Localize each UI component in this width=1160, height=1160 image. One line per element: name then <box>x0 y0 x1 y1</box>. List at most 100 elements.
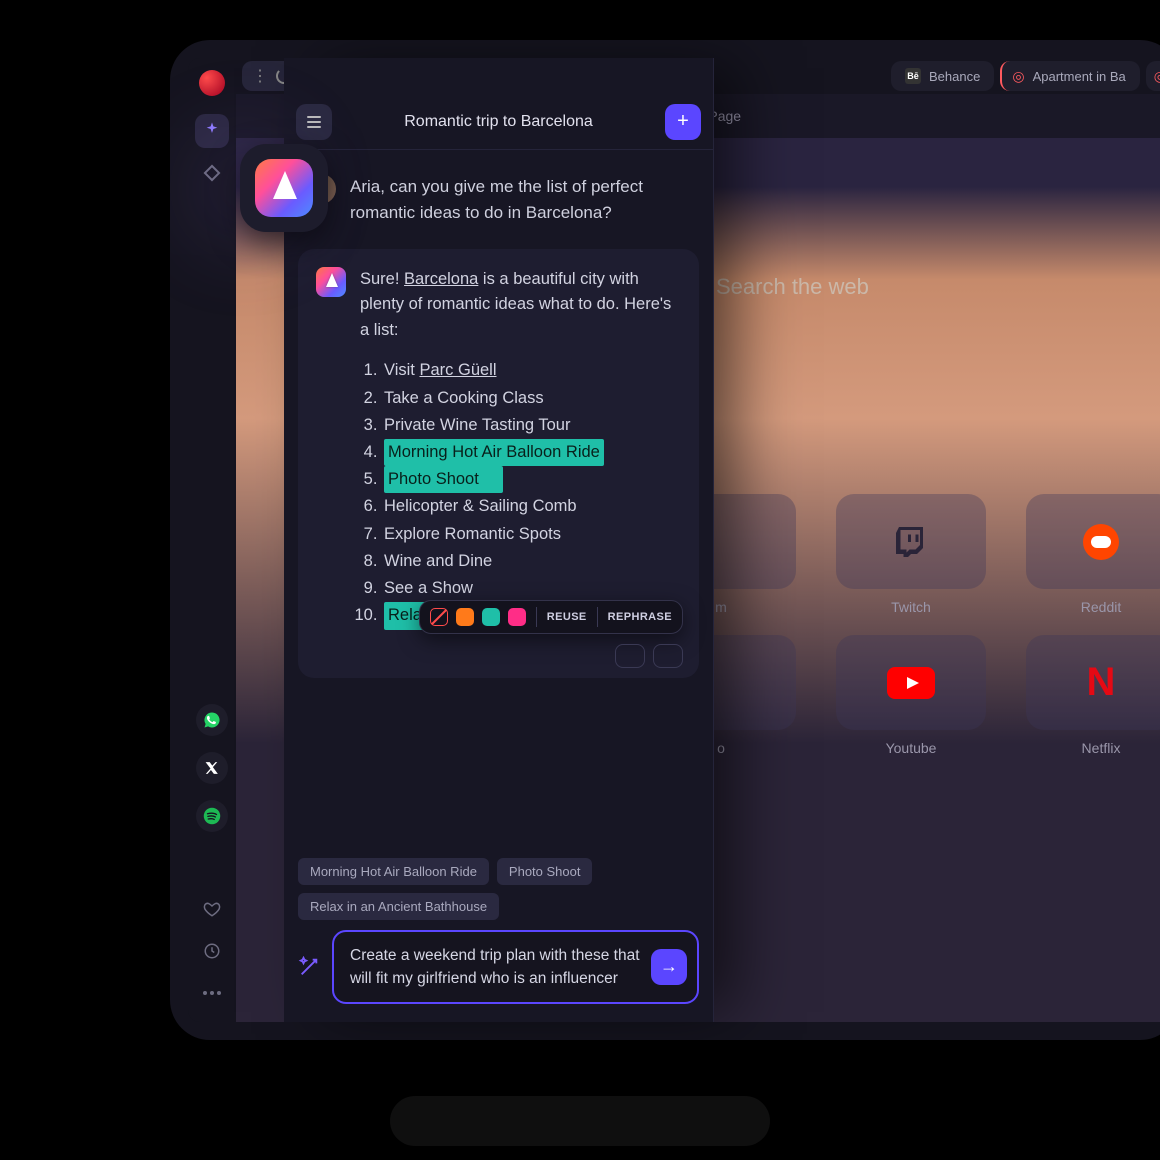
list-item: Visit Parc Güell <box>382 357 681 384</box>
divider <box>536 607 537 627</box>
aria-sidebar-button[interactable] <box>195 114 229 148</box>
opera-logo-icon[interactable] <box>199 70 225 96</box>
prompt-input[interactable]: Create a weekend trip plan with these th… <box>332 930 699 1005</box>
tile-label: o <box>717 740 725 756</box>
chat-menu-button[interactable] <box>296 104 332 140</box>
barcelona-link[interactable]: Barcelona <box>404 270 478 288</box>
netflix-icon: N <box>1026 635 1160 730</box>
aria-input-area: Morning Hot Air Balloon Ride Photo Shoot… <box>284 848 713 1023</box>
tab-airbnb-2[interactable]: ◎ <box>1146 61 1160 91</box>
new-chat-button[interactable]: + <box>665 104 701 140</box>
favorites-button[interactable] <box>197 894 227 924</box>
highlighted-text[interactable]: Morning Hot Air Balloon Ride <box>384 439 604 466</box>
text: Sure! <box>360 270 404 288</box>
rephrase-button[interactable]: REPHRASE <box>608 611 672 623</box>
list-item: Private Wine Tasting Tour <box>382 412 681 439</box>
tab-behance[interactable]: Bē Behance <box>891 61 994 91</box>
text: Take a Cooking Class <box>384 389 544 407</box>
ideas-list: Visit Parc Güell Take a Cooking Class Pr… <box>360 357 681 629</box>
prompt-text: Create a weekend trip plan with these th… <box>350 947 640 987</box>
dock-shadow <box>390 1096 770 1146</box>
tile-label: Netflix <box>1082 740 1121 756</box>
chat-title: Romantic trip to Barcelona <box>342 113 655 131</box>
card-action-2[interactable] <box>653 644 683 668</box>
user-message-text: Aria, can you give me the list of perfec… <box>350 174 691 227</box>
list-item: Helicopter & Sailing Comb <box>382 493 681 520</box>
aria-header: Romantic trip to Barcelona + <box>284 94 713 150</box>
diamond-icon <box>204 165 221 182</box>
chip[interactable]: Photo Shoot <box>497 858 593 885</box>
speed-dial-tiles: m Twitch Reddit o <box>636 494 1160 756</box>
highlight-toolbar: REUSE REPHRASE <box>419 600 683 634</box>
card-footer-buttons <box>615 644 683 668</box>
tab-label: Apartment in Ba <box>1033 69 1126 84</box>
text: Private Wine Tasting Tour <box>384 416 570 434</box>
reuse-button[interactable]: REUSE <box>547 611 587 623</box>
aria-avatar-icon <box>316 267 346 297</box>
tile-reddit[interactable]: Reddit <box>1016 494 1160 615</box>
reddit-icon <box>1026 494 1160 589</box>
text: Wine and Dine <box>384 552 492 570</box>
send-button[interactable]: → <box>651 949 687 985</box>
behance-icon: Bē <box>905 68 921 84</box>
list-item: Take a Cooking Class <box>382 385 681 412</box>
tile-twitch[interactable]: Twitch <box>826 494 996 615</box>
list-item: Wine and Dine <box>382 548 681 575</box>
chat-body: Aria, can you give me the list of perfec… <box>284 150 713 848</box>
aria-logo-icon <box>255 159 313 217</box>
list-item: Explore Romantic Spots <box>382 521 681 548</box>
aria-launcher[interactable] <box>240 144 328 232</box>
ai-response-card: Sure! Barcelona is a beautiful city with… <box>298 249 699 678</box>
swatch-teal[interactable] <box>482 608 500 626</box>
workspace-button[interactable] <box>195 156 229 190</box>
list-item: See a Show <box>382 575 681 602</box>
context-chips: Morning Hot Air Balloon Ride Photo Shoot… <box>298 858 699 920</box>
user-message: Aria, can you give me the list of perfec… <box>298 174 699 227</box>
swatch-pink[interactable] <box>508 608 526 626</box>
list-item: Morning Hot Air Balloon Ride <box>382 439 681 466</box>
text: See a Show <box>384 579 473 597</box>
tile-label: Twitch <box>891 599 931 615</box>
left-rail <box>188 58 236 1022</box>
swatch-none[interactable] <box>430 608 448 626</box>
list-item: Photo Shoot <box>382 466 681 493</box>
ai-intro-text: Sure! Barcelona is a beautiful city with… <box>360 267 681 344</box>
tile-netflix[interactable]: N Netflix <box>1016 635 1160 756</box>
text: Explore Romantic Spots <box>384 525 561 543</box>
more-button[interactable] <box>197 978 227 1008</box>
swatch-orange[interactable] <box>456 608 474 626</box>
youtube-icon <box>836 635 986 730</box>
site-menu-icon[interactable]: ⋮ <box>252 66 268 86</box>
tile-label: m <box>715 599 727 615</box>
divider <box>597 607 598 627</box>
spotify-icon <box>203 807 221 825</box>
tab-airbnb[interactable]: ◎ Apartment in Ba <box>1000 61 1139 91</box>
tile-label: Reddit <box>1081 599 1121 615</box>
whatsapp-button[interactable] <box>196 704 228 736</box>
x-icon <box>205 761 219 775</box>
main-column: ⋮ Aria Bē Behance ◎ Apartment in Ba ◎ <box>236 58 1160 1022</box>
history-button[interactable] <box>197 936 227 966</box>
heart-icon <box>203 900 221 918</box>
arrow-right-icon: → <box>660 953 678 980</box>
card-action-1[interactable] <box>615 644 645 668</box>
tab-label: Behance <box>929 69 980 84</box>
browser-chrome: ⋮ Aria Bē Behance ◎ Apartment in Ba ◎ <box>188 58 1160 1022</box>
parc-guell-link[interactable]: Parc Güell <box>419 361 496 379</box>
sparkle-icon <box>204 121 220 142</box>
tile-label: Youtube <box>886 740 937 756</box>
highlighted-text[interactable]: Photo Shoot <box>384 466 503 493</box>
spotify-button[interactable] <box>196 800 228 832</box>
text: Helicopter & Sailing Comb <box>384 497 577 515</box>
dots-icon <box>203 991 221 995</box>
tile-youtube[interactable]: Youtube <box>826 635 996 756</box>
chip[interactable]: Relax in an Ancient Bathhouse <box>298 893 499 920</box>
browser-window: ⋮ Aria Bē Behance ◎ Apartment in Ba ◎ <box>170 40 1160 1040</box>
x-button[interactable] <box>196 752 228 784</box>
prompt-row: Create a weekend trip plan with these th… <box>298 930 699 1005</box>
magic-wand-icon[interactable] <box>298 956 320 978</box>
chip[interactable]: Morning Hot Air Balloon Ride <box>298 858 489 885</box>
clock-icon <box>203 942 221 960</box>
aria-panel: Romantic trip to Barcelona + Aria, can y… <box>284 58 714 1022</box>
twitch-icon <box>836 494 986 589</box>
